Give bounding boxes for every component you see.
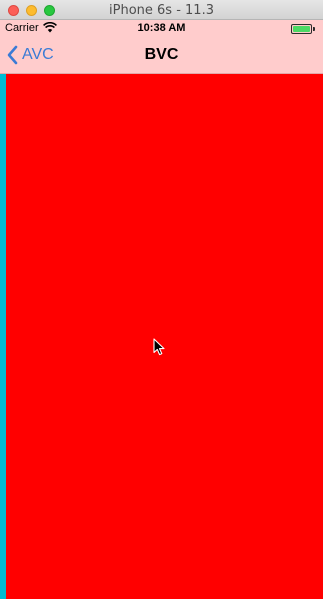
simulator-window: iPhone 6s - 11.3 Carrier 10:38 AM AVC BV…: [0, 0, 323, 599]
status-bar: Carrier 10:38 AM: [0, 20, 323, 36]
battery-level: [293, 26, 310, 32]
page-title: BVC: [144, 46, 179, 63]
device-screen: Carrier 10:38 AM AVC BVC: [0, 20, 323, 599]
battery-tip: [313, 27, 315, 31]
window-title: iPhone 6s - 11.3: [109, 3, 214, 18]
status-time: 10:38 AM: [137, 22, 186, 34]
battery-icon: [291, 24, 312, 34]
edge-strip: [0, 74, 6, 599]
content-view[interactable]: [0, 74, 323, 599]
navigation-bar: AVC BVC: [0, 36, 323, 74]
mouse-cursor-icon: [153, 338, 165, 356]
window-titlebar: iPhone 6s - 11.3: [0, 0, 323, 20]
